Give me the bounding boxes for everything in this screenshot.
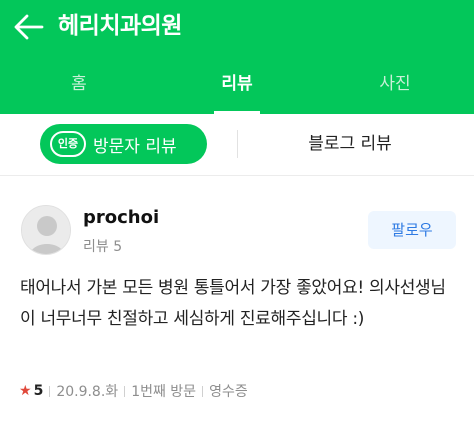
visit-date: 20.9.8.화 [56,384,119,400]
review-text: 태어나서 가본 모든 병원 통틀어서 가장 좋았어요! 의사선생님이 너무너무 … [20,278,446,329]
star-icon: ★ [19,383,32,399]
tab-home-label: 홈 [71,74,87,94]
reviewer-name[interactable]: prochoi [83,207,159,228]
back-button[interactable] [12,12,46,42]
app-header: 헤리치과의원 [0,0,474,56]
review-meta: ★ 5 20.9.8.화 1번째 방문 영수증 [19,380,248,402]
visit-count: 1번째 방문 [131,384,197,400]
tab-bar: 홈 리뷰 사진 [0,56,474,114]
blog-review-tab[interactable]: 블로그 리뷰 [270,130,430,158]
meta-separator [124,385,126,397]
meta-separator [202,385,204,397]
divider [237,130,238,158]
page-title: 헤리치과의원 [58,13,182,39]
tab-reviews-label: 리뷰 [221,74,253,94]
tab-photos[interactable]: 사진 [316,56,474,114]
meta-separator [49,385,51,397]
reviewer-review-count: 리뷰 5 [83,239,123,255]
tab-home[interactable]: 홈 [0,56,158,114]
rating-value: 5 [33,383,44,399]
arrow-left-icon [14,14,44,40]
avatar[interactable] [21,205,71,255]
visitor-review-tab[interactable]: 인증 방문자 리뷰 [40,124,207,164]
receipt-label: 영수증 [209,384,248,400]
tab-photos-label: 사진 [379,74,411,94]
follow-button[interactable]: 팔로우 [368,211,456,249]
default-profile-icon [22,206,70,254]
visitor-review-label: 방문자 리뷰 [93,136,177,157]
certified-badge-icon: 인증 [50,131,86,157]
tab-reviews[interactable]: 리뷰 [158,56,316,114]
